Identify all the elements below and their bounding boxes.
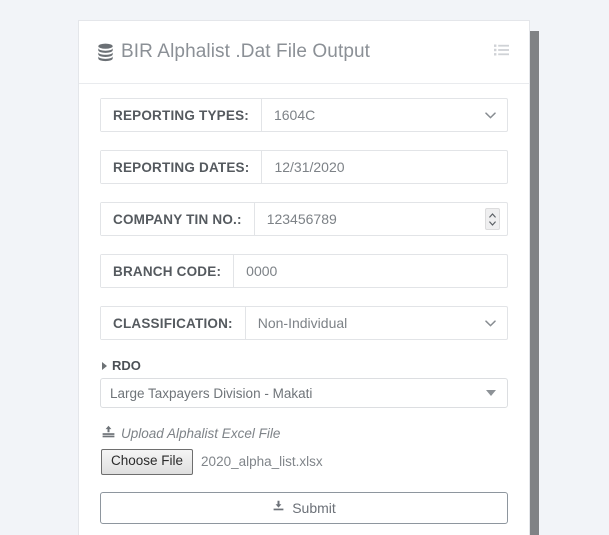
field-reporting-dates: REPORTING DATES: <box>100 150 508 184</box>
upload-label-text: Upload Alphalist Excel File <box>121 425 281 441</box>
scrollbar-thumb[interactable] <box>530 31 539 535</box>
stepper-down-icon <box>489 220 496 226</box>
stepper-up-icon <box>489 212 496 218</box>
alphalist-card: BIR Alphalist .Dat File Output REPORTING… <box>78 20 530 535</box>
download-icon <box>272 500 285 516</box>
field-wrap-company-tin-no <box>254 203 507 235</box>
label-branch-code: BRANCH CODE: <box>101 255 235 287</box>
caret-down-icon <box>486 390 496 396</box>
caret-right-icon <box>102 361 107 370</box>
classification-select[interactable] <box>245 307 507 339</box>
page-root: BIR Alphalist .Dat File Output REPORTING… <box>0 0 609 535</box>
selected-file-name: 2020_alpha_list.xlsx <box>201 454 323 470</box>
reporting-dates-input[interactable] <box>262 151 507 183</box>
rdo-selected-value: Large Taxpayers Division - Makati <box>110 385 313 401</box>
field-wrap-reporting-dates <box>262 151 507 183</box>
label-reporting-dates: REPORTING DATES: <box>101 151 263 183</box>
file-input-row[interactable]: Choose File 2020_alpha_list.xlsx <box>100 449 508 475</box>
card-title-text: BIR Alphalist .Dat File Output <box>121 41 371 62</box>
submit-button-label: Submit <box>292 499 336 516</box>
branch-code-input[interactable] <box>234 255 507 287</box>
field-classification: CLASSIFICATION: <box>100 306 508 340</box>
number-stepper[interactable] <box>485 208 500 230</box>
upload-label: Upload Alphalist Excel File <box>102 425 508 441</box>
field-reporting-types: REPORTING TYPES: <box>100 98 508 132</box>
choose-file-button[interactable]: Choose File <box>101 449 194 475</box>
database-icon <box>97 43 114 62</box>
field-wrap-reporting-types <box>261 99 507 131</box>
field-branch-code: BRANCH CODE: <box>100 254 508 288</box>
card-header: BIR Alphalist .Dat File Output <box>79 21 529 84</box>
rdo-label-text: RDO <box>112 358 141 373</box>
field-company-tin-no: COMPANY TIN NO.: <box>100 202 508 236</box>
page-title: BIR Alphalist .Dat File Output <box>97 41 370 63</box>
rdo-label: RDO <box>102 358 508 373</box>
label-classification: CLASSIFICATION: <box>101 307 246 339</box>
label-reporting-types: REPORTING TYPES: <box>101 99 262 131</box>
reporting-types-select[interactable] <box>261 99 507 131</box>
card-body: REPORTING TYPES: REPORTING DATES: <box>79 84 529 524</box>
field-wrap-branch-code <box>234 255 507 287</box>
company-tin-input[interactable] <box>254 203 507 235</box>
field-wrap-classification <box>245 307 507 339</box>
submit-button[interactable]: Submit <box>100 491 508 524</box>
rdo-select[interactable]: Large Taxpayers Division - Makati <box>100 378 508 408</box>
list-icon[interactable] <box>494 43 509 61</box>
upload-icon <box>102 425 115 441</box>
label-company-tin-no: COMPANY TIN NO.: <box>101 203 255 235</box>
